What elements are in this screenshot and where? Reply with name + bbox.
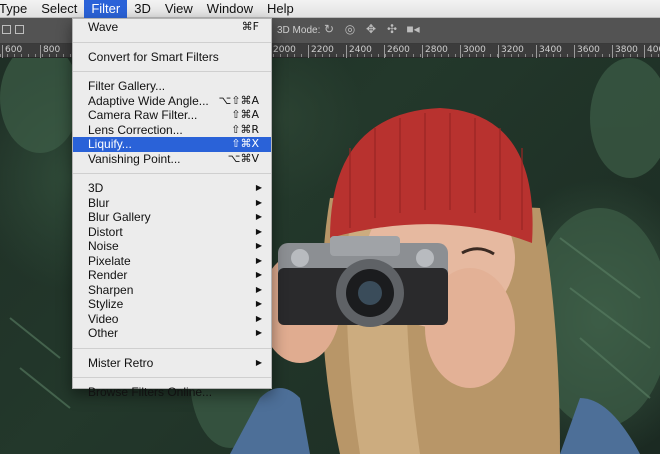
align-controls bbox=[2, 25, 24, 34]
shortcut-label: ⌘F bbox=[241, 20, 259, 33]
submenu-arrow-icon: ▶ bbox=[255, 226, 262, 236]
submenu-arrow-icon: ▶ bbox=[255, 357, 262, 367]
menu-item-label: Pixelate bbox=[88, 253, 131, 268]
ruler-tick: 4000 bbox=[644, 45, 660, 58]
menu-item-label: Distort bbox=[88, 224, 123, 239]
ruler-tick: 3200 bbox=[498, 45, 524, 58]
submenu-arrow-icon: ▶ bbox=[255, 255, 262, 265]
submenu-arrow-icon: ▶ bbox=[255, 270, 262, 279]
menu-item-label: Convert for Smart Filters bbox=[88, 49, 219, 64]
shortcut-label: ⌥⌘V bbox=[227, 151, 259, 165]
menu-item-video[interactable]: Video ▶ bbox=[73, 312, 271, 327]
ruler-tick: 2800 bbox=[422, 45, 448, 58]
ruler-tick: 3800 bbox=[612, 45, 638, 58]
menu-item-sharpen[interactable]: Sharpen ▶ bbox=[73, 283, 271, 298]
menu-item-label: Other bbox=[88, 326, 119, 340]
align-icon[interactable] bbox=[2, 25, 11, 34]
menu-item-filter-gallery[interactable]: Filter Gallery... bbox=[73, 79, 271, 94]
menu-bar: Type Select Filter 3D View Window Help bbox=[0, 0, 660, 18]
menu-item-label: Liquify... bbox=[88, 137, 132, 151]
ruler-tick: 2400 bbox=[346, 45, 372, 58]
menu-view[interactable]: View bbox=[158, 0, 200, 18]
menu-item-last-filter[interactable]: Wave ⌘F bbox=[73, 20, 271, 35]
rotate-3d-icon[interactable]: ↻ bbox=[322, 22, 336, 36]
menu-item-label: Mister Retro bbox=[88, 355, 154, 370]
menu-separator bbox=[73, 71, 271, 72]
ruler-tick: 2200 bbox=[308, 45, 334, 58]
menu-select[interactable]: Select bbox=[34, 0, 84, 18]
menu-item-mister-retro[interactable]: Mister Retro ▶ bbox=[73, 356, 271, 371]
menu-separator bbox=[73, 41, 271, 43]
menu-item-pixelate[interactable]: Pixelate ▶ bbox=[73, 254, 271, 269]
menu-item-lens-correction[interactable]: Lens Correction... ⇧⌘R bbox=[73, 123, 271, 138]
menu-item-label: Sharpen bbox=[88, 282, 134, 297]
3d-mode-label: 3D Mode: bbox=[277, 25, 321, 36]
shortcut-label: ⇧⌘A bbox=[231, 108, 259, 121]
menu-item-3d[interactable]: 3D ▶ bbox=[73, 181, 271, 196]
ruler-tick: 3600 bbox=[574, 45, 600, 58]
menu-window[interactable]: Window bbox=[200, 0, 260, 18]
filter-menu: Wave ⌘F Convert for Smart Filters Filter… bbox=[72, 18, 272, 399]
menu-item-label: Vanishing Point... bbox=[88, 151, 181, 166]
shortcut-label: ⌥⇧⌘A bbox=[218, 93, 259, 107]
ruler-tick: 2000 bbox=[270, 45, 296, 58]
menu-separator bbox=[73, 347, 271, 349]
menu-item-label: Blur Gallery bbox=[88, 210, 151, 224]
submenu-arrow-icon: ▶ bbox=[255, 183, 262, 192]
menu-item-label: Stylize bbox=[88, 297, 124, 311]
roll-3d-icon[interactable]: ◎ bbox=[343, 22, 357, 36]
pan-3d-icon[interactable]: ✥ bbox=[364, 22, 378, 36]
slide-3d-icon[interactable]: ✣ bbox=[385, 22, 399, 36]
menu-item-label: Lens Correction... bbox=[88, 122, 183, 137]
menu-item-label: Adaptive Wide Angle... bbox=[88, 93, 209, 108]
menu-item-label: Noise bbox=[88, 239, 119, 253]
submenu-arrow-icon: ▶ bbox=[255, 313, 262, 323]
menu-item-label: Render bbox=[88, 268, 128, 282]
menu-item-stylize[interactable]: Stylize ▶ bbox=[73, 297, 271, 312]
menu-help[interactable]: Help bbox=[260, 0, 301, 18]
menu-item-label: Video bbox=[88, 311, 119, 326]
menu-item-label: Wave bbox=[88, 20, 119, 34]
menu-item-label: Blur bbox=[88, 195, 110, 210]
menu-item-label: 3D bbox=[88, 181, 104, 195]
menu-item-camera-raw-filter[interactable]: Camera Raw Filter... ⇧⌘A bbox=[73, 108, 271, 123]
ruler-tick: 800 bbox=[40, 45, 60, 58]
submenu-arrow-icon: ▶ bbox=[255, 241, 262, 250]
submenu-arrow-icon: ▶ bbox=[255, 197, 262, 207]
menu-item-liquify[interactable]: Liquify... ⇧⌘X bbox=[73, 137, 271, 152]
shortcut-label: ⇧⌘X bbox=[231, 137, 259, 150]
menu-item-label: Browse Filters Online... bbox=[88, 385, 213, 399]
menu-item-other[interactable]: Other ▶ bbox=[73, 326, 271, 341]
menu-item-convert-smart-filters[interactable]: Convert for Smart Filters bbox=[73, 50, 271, 65]
submenu-arrow-icon: ▶ bbox=[255, 328, 262, 337]
menu-type[interactable]: Type bbox=[0, 0, 34, 18]
distribute-icon[interactable] bbox=[15, 25, 24, 34]
menu-item-label: Filter Gallery... bbox=[88, 79, 166, 93]
menu-item-browse-filters-online[interactable]: Browse Filters Online... bbox=[73, 385, 271, 400]
menu-item-distort[interactable]: Distort ▶ bbox=[73, 225, 271, 240]
shortcut-label: ⇧⌘R bbox=[231, 122, 259, 136]
menu-separator bbox=[73, 173, 271, 174]
ruler-tick: 2600 bbox=[384, 45, 410, 58]
menu-item-blur-gallery[interactable]: Blur Gallery ▶ bbox=[73, 210, 271, 225]
menu-item-adaptive-wide-angle[interactable]: Adaptive Wide Angle... ⌥⇧⌘A bbox=[73, 94, 271, 109]
menu-item-vanishing-point[interactable]: Vanishing Point... ⌥⌘V bbox=[73, 152, 271, 167]
3d-mode-icons: ↻ ◎ ✥ ✣ ■◂ bbox=[322, 22, 420, 36]
ruler-tick: 3000 bbox=[460, 45, 486, 58]
menu-item-noise[interactable]: Noise ▶ bbox=[73, 239, 271, 254]
ruler-tick: 3400 bbox=[536, 45, 562, 58]
menu-filter[interactable]: Filter bbox=[84, 0, 128, 18]
submenu-arrow-icon: ▶ bbox=[255, 284, 262, 294]
menu-item-label: Camera Raw Filter... bbox=[88, 108, 198, 122]
submenu-arrow-icon: ▶ bbox=[255, 212, 262, 221]
menu-item-render[interactable]: Render ▶ bbox=[73, 268, 271, 283]
menu-separator bbox=[73, 377, 271, 378]
ruler-tick: 600 bbox=[2, 45, 22, 58]
menu-3d[interactable]: 3D bbox=[127, 0, 158, 18]
menu-item-blur[interactable]: Blur ▶ bbox=[73, 196, 271, 211]
scale-3d-icon[interactable]: ■◂ bbox=[406, 22, 420, 36]
submenu-arrow-icon: ▶ bbox=[255, 299, 262, 308]
